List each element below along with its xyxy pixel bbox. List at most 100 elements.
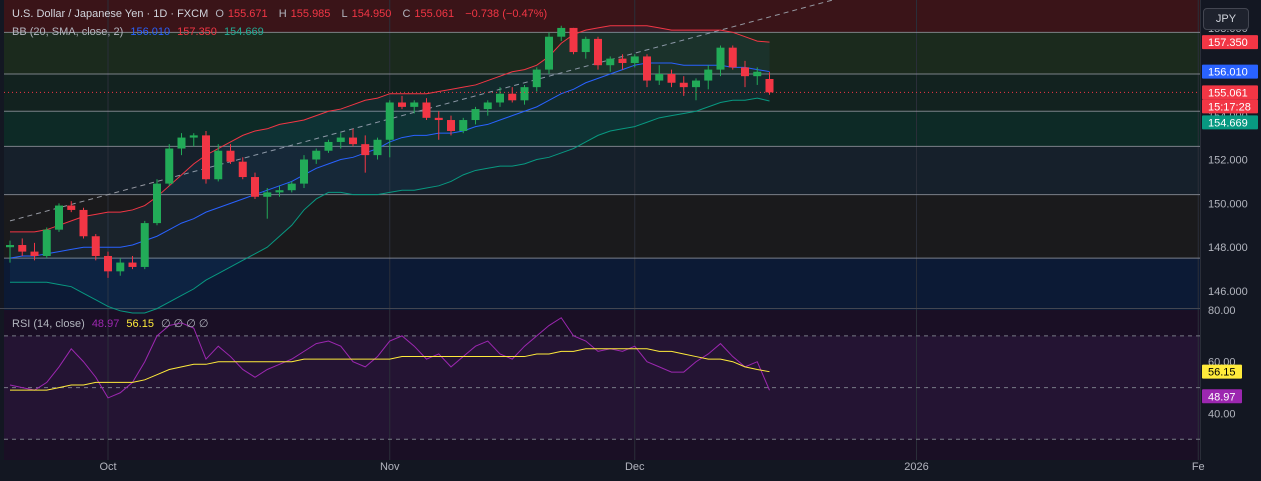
high-label: H <box>278 8 287 20</box>
bb-label[interactable]: BB (20, SMA, close, 2) <box>12 26 123 38</box>
candle-body <box>704 69 713 81</box>
candle-body <box>459 120 468 131</box>
candle-body <box>520 87 529 101</box>
rsi-axis-label: 56.15 <box>1202 364 1242 379</box>
close-label: C <box>402 8 411 20</box>
candle-body <box>618 58 627 64</box>
candle-body <box>287 183 296 191</box>
price-axis-label: 155.061 <box>1202 85 1258 100</box>
open-label: O <box>215 8 224 20</box>
rsi-axis-label-text: 48.97 <box>1208 391 1236 403</box>
bb-upper-value: 157.350 <box>177 26 217 38</box>
candle-body <box>226 150 235 162</box>
chart-canvas[interactable]: 158.000156.000154.000152.000150.000148.0… <box>0 0 1261 481</box>
candle-body <box>508 93 517 101</box>
candle-body <box>312 150 321 160</box>
candle-body <box>202 135 210 180</box>
candle-body <box>361 144 370 156</box>
candle-body <box>545 36 553 70</box>
candle-body <box>214 150 223 180</box>
price-axis-label-text: 157.350 <box>1208 37 1248 49</box>
bb-legend: BB (20, SMA, close, 2) 156.010 157.350 1… <box>12 26 268 38</box>
change-value: −0.738 (−0.47%) <box>465 8 548 20</box>
candle-body <box>30 251 39 256</box>
candle-body <box>692 80 700 88</box>
candle-body <box>336 137 345 142</box>
price-axis-label-text: 15:17:28 <box>1208 101 1251 113</box>
price-axis-label: 156.010 <box>1202 64 1258 79</box>
price-axis-label: 15:17:28 <box>1202 99 1258 114</box>
high-value: 155.985 <box>290 8 331 20</box>
candle-body <box>594 38 602 66</box>
candle-body <box>91 236 100 256</box>
time-axis-tick-label: Dec <box>625 461 645 473</box>
price-axis-tick-label: 150.000 <box>1208 198 1248 210</box>
candle-body <box>6 245 14 248</box>
candle-body <box>483 102 492 110</box>
time-axis-tick-label: Nov <box>380 461 400 473</box>
candle-body <box>42 229 51 256</box>
candle-body <box>716 47 725 70</box>
candle-body <box>434 117 443 121</box>
rsi-legend: RSI (14, close) 48.97 56.15 ∅ ∅ ∅ ∅ <box>12 317 213 330</box>
rsi-axis-tick-label: 80.00 <box>1208 305 1236 317</box>
time-axis-tick-label: 2026 <box>904 461 928 473</box>
price-axis-label-text: 155.061 <box>1208 87 1248 99</box>
candle-body <box>532 69 541 88</box>
candle-body <box>630 56 639 64</box>
candle-body <box>410 102 419 107</box>
candle-body <box>373 139 382 156</box>
candle-body <box>753 71 762 77</box>
candle-body <box>422 102 431 118</box>
time-axis-tick-label: Oct <box>99 461 116 473</box>
rsi-ma-value: 56.15 <box>126 318 154 330</box>
candle-body <box>140 223 149 267</box>
price-axis-label: 154.669 <box>1202 115 1258 130</box>
rsi-axis-label: 48.97 <box>1202 389 1242 404</box>
candle-body <box>251 177 259 197</box>
candle-body <box>238 161 247 178</box>
candle-body <box>349 137 357 145</box>
candle-body <box>300 159 308 184</box>
candle-body <box>104 255 112 272</box>
candle-body <box>496 93 504 103</box>
rsi-label[interactable]: RSI (14, close) <box>12 318 85 330</box>
symbol-title[interactable]: U.S. Dollar / Japanese Yen · 1D · FXCM <box>12 8 208 20</box>
price-axis-label: 157.350 <box>1202 35 1258 50</box>
price-axis-label-text: 154.669 <box>1208 117 1248 129</box>
candle-body <box>385 102 394 140</box>
price-axis-tick-label: 148.000 <box>1208 242 1248 254</box>
candle-body <box>324 141 333 151</box>
candle-body <box>55 205 63 230</box>
candle-body <box>569 27 578 53</box>
price-axis-tick-label: 146.000 <box>1208 286 1248 298</box>
candle-body <box>655 73 664 81</box>
candle-body <box>116 262 125 272</box>
candle-body <box>606 58 615 66</box>
currency-button[interactable]: JPY <box>1203 8 1249 30</box>
candle-body <box>189 135 198 138</box>
candle-body <box>679 82 688 88</box>
bb-lower-value: 154.669 <box>223 26 264 38</box>
price-axis-tick-label: 152.000 <box>1208 155 1248 167</box>
candle-body <box>263 192 272 197</box>
candle-body <box>165 148 174 184</box>
low-label: L <box>341 8 348 20</box>
candle-body <box>667 73 676 83</box>
candle-body <box>471 109 480 121</box>
candle-body <box>275 190 284 193</box>
candle-body <box>643 56 651 81</box>
candle-body <box>447 120 455 131</box>
candle-body <box>741 67 749 77</box>
candle-body <box>18 245 27 252</box>
rsi-axis-tick-label: 40.00 <box>1208 408 1236 420</box>
close-value: 155.061 <box>414 8 455 20</box>
candle-body <box>398 102 406 107</box>
time-axis-tick-label: Fe <box>1192 461 1205 473</box>
candle-body <box>581 38 590 53</box>
open-value: 155.671 <box>227 8 268 20</box>
price-header: U.S. Dollar / Japanese Yen · 1D · FXCM O… <box>12 8 551 20</box>
rsi-value: 48.97 <box>91 318 120 330</box>
rsi-axis-label-text: 56.15 <box>1208 367 1236 379</box>
candle-body <box>67 205 76 210</box>
